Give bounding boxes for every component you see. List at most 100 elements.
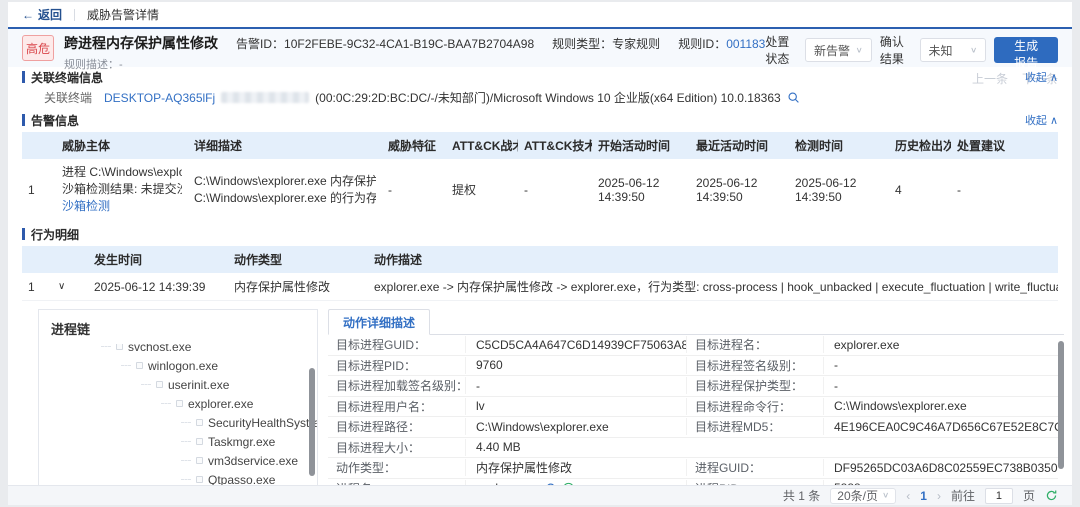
tree-item[interactable]: SecurityHealthSystray.exe xyxy=(39,413,317,432)
chevron-up-icon: ∧ xyxy=(1050,114,1058,127)
prev-item-button[interactable]: 上一条 xyxy=(972,70,1008,87)
goto-label: 前往 xyxy=(951,487,975,504)
rule-description: 规则描述：- xyxy=(64,56,765,72)
prev-page-icon[interactable]: ‹ xyxy=(906,489,910,503)
detail-row: 目标进程PID： 9760 目标进程签名级别： - xyxy=(328,356,1058,377)
dispose-status-select[interactable]: 新告警 ∨ xyxy=(805,38,872,62)
alert-info-section: 告警信息 收起 ∧ 威胁主体 详细描述 威胁特征 ATT&CK战术 ATT&CK… xyxy=(8,110,1072,220)
tree-node-icon xyxy=(176,400,183,407)
recent-time-cell: 2025-06-12 14:39:50 xyxy=(690,159,789,220)
sandbox-detect-link[interactable]: 沙箱检测 xyxy=(62,198,182,215)
terminal-section: 关联终端信息 收起 ∧ 关联终端 DESKTOP-AQ365lFj (00:0C… xyxy=(8,67,1072,110)
tree-item[interactable]: svchost.exe xyxy=(39,344,317,356)
detail-tab-bar: 动作详细描述 xyxy=(328,309,1064,335)
occur-time-cell: 2025-06-12 14:39:39 xyxy=(88,273,228,301)
severity-badge: 高危 xyxy=(22,35,54,61)
chevron-down-icon: ∨ xyxy=(970,46,977,55)
tree-item[interactable]: userinit.exe xyxy=(39,375,317,394)
detail-row: 目标进程GUID： C5CD5CA4A647C6D14939CF75063A87… xyxy=(328,335,1058,356)
tree-item[interactable]: explorer.exe xyxy=(39,394,317,413)
tree-connector xyxy=(121,365,131,366)
tree-node-icon xyxy=(196,419,203,426)
alert-id: 告警ID：10F2FEBE-9C32-4CA1-B19C-BAA7B2704A9… xyxy=(236,35,534,52)
next-page-icon[interactable]: › xyxy=(937,489,941,503)
process-chain-panel: 进程链 svchost.exe winlogon.exe userinit.ex… xyxy=(38,309,318,505)
alert-info-header-row: 威胁主体 详细描述 威胁特征 ATT&CK战术 ATT&CK技术 开始活动时间 … xyxy=(22,132,1058,159)
threat-feature-cell: - xyxy=(382,159,446,220)
top-bar: ← 返回 威胁告警详情 xyxy=(8,2,1072,29)
tab-action-detail[interactable]: 动作详细描述 xyxy=(328,309,430,335)
tree-connector xyxy=(101,346,111,347)
tree-connector xyxy=(181,460,191,461)
dispose-status-label: 处置状态 xyxy=(765,33,797,67)
action-detail-grid: 目标进程GUID： C5CD5CA4A647C6D14939CF75063A87… xyxy=(328,335,1058,505)
alert-header: 高危 跨进程内存保护属性修改 告警ID：10F2FEBE-9C32-4CA1-B… xyxy=(8,29,1072,67)
rule-id: 规则ID：001183 xyxy=(678,35,765,52)
tree-node-icon xyxy=(136,362,143,369)
total-count: 共 1 条 xyxy=(783,487,820,504)
threat-subject-cell: 进程 C:\Windows\explorer.exe 沙箱检测结果: 未提交沙箱… xyxy=(56,159,188,220)
detail-panel-scrollbar[interactable] xyxy=(1058,341,1064,469)
terminal-section-title: 关联终端信息 xyxy=(31,69,103,86)
behavior-table: 发生时间 动作类型 动作描述 1 ∨ 2025-06-12 14:39:39 内… xyxy=(22,246,1058,301)
process-tree: svchost.exe winlogon.exe userinit.exe ex… xyxy=(39,344,317,505)
confirm-result-label: 确认结果 xyxy=(880,33,912,67)
detail-row: 目标进程用户名： lv 目标进程命令行： C:\Windows\explorer… xyxy=(328,397,1058,418)
row-index: 1 xyxy=(22,273,52,301)
refresh-icon[interactable] xyxy=(1045,489,1058,502)
main-window: ← 返回 威胁告警详情 高危 跨进程内存保护属性修改 告警ID：10F2FEBE… xyxy=(8,2,1072,505)
behavior-section-title: 行为明细 xyxy=(31,226,79,243)
section-accent-bar xyxy=(22,114,25,126)
rule-id-link[interactable]: 001183 xyxy=(726,37,765,51)
topbar-divider xyxy=(74,9,75,21)
pagination-bar: 共 1 条 20条/页 ∨ ‹ 1 › 前往 页 xyxy=(8,485,1072,505)
detail-row: 目标进程大小： 4.40 MB xyxy=(328,438,1058,459)
tree-node-icon xyxy=(196,476,203,483)
terminal-collapse-link[interactable]: 收起 ∧ xyxy=(1025,69,1058,85)
tree-connector xyxy=(181,479,191,480)
section-accent-bar xyxy=(22,71,25,83)
page-number[interactable]: 1 xyxy=(920,489,927,503)
tree-item[interactable]: winlogon.exe xyxy=(39,356,317,375)
process-chain-title: 进程链 xyxy=(39,310,317,344)
chevron-down-icon: ∨ xyxy=(882,491,889,500)
tree-connector xyxy=(181,441,191,442)
attck-technique-cell: - xyxy=(518,159,592,220)
detail-row: 目标进程路径： C:\Windows\explorer.exe 目标进程MD5：… xyxy=(328,417,1058,438)
back-label: 返回 xyxy=(38,6,62,23)
chevron-down-icon: ∨ xyxy=(856,46,863,55)
detail-desc-cell: C:\Windows\explorer.exe 内存保护属性修改PayLoad … xyxy=(188,159,382,220)
tree-node-icon xyxy=(196,457,203,464)
back-arrow-icon: ← xyxy=(22,8,34,22)
history-count-link[interactable]: 4 xyxy=(889,159,951,220)
back-button[interactable]: ← 返回 xyxy=(22,6,62,23)
behavior-row: 1 ∨ 2025-06-12 14:39:39 内存保护属性修改 explore… xyxy=(22,273,1058,301)
rule-type: 规则类型：专家规则 xyxy=(552,35,660,52)
tree-node-icon xyxy=(156,381,163,388)
page-size-select[interactable]: 20条/页 ∨ xyxy=(830,488,896,504)
alert-info-collapse-link[interactable]: 收起 ∧ xyxy=(1025,112,1058,128)
page-unit-label: 页 xyxy=(1023,487,1035,504)
alert-info-section-title: 告警信息 xyxy=(31,112,79,129)
confirm-result-select[interactable]: 未知 ∨ xyxy=(920,38,987,62)
row-index: 1 xyxy=(22,159,56,220)
search-icon[interactable] xyxy=(787,91,800,104)
tree-item[interactable]: Taskmgr.exe xyxy=(39,432,317,451)
row-expand-chevron-icon[interactable]: ∨ xyxy=(52,273,88,301)
behavior-section: 行为明细 发生时间 动作类型 动作描述 1 ∨ 2025-06-12 14:39… xyxy=(8,224,1072,301)
attck-tactic-cell: 提权 xyxy=(446,159,518,220)
process-chain-scrollbar[interactable] xyxy=(309,368,315,476)
detect-time-cell: 2025-06-12 14:39:50 xyxy=(789,159,889,220)
tree-item[interactable]: vm3dservice.exe xyxy=(39,451,317,470)
terminal-field-label: 关联终端 xyxy=(44,89,92,106)
advice-cell: - xyxy=(951,159,1058,220)
goto-page-input[interactable] xyxy=(985,488,1013,504)
tree-node-icon xyxy=(116,344,123,350)
generate-report-button[interactable]: 生成报告 xyxy=(994,37,1058,63)
action-type-cell: 内存保护属性修改 xyxy=(228,273,368,301)
detail-row: 动作类型： 内存保护属性修改 进程GUID： DF95265DC03A6D8C0… xyxy=(328,458,1058,479)
tree-node-icon xyxy=(196,438,203,445)
alert-title: 跨进程内存保护属性修改 xyxy=(64,33,218,53)
chevron-up-icon: ∧ xyxy=(1050,71,1058,84)
terminal-hostname-link[interactable]: DESKTOP-AQ365lFj xyxy=(104,91,215,105)
